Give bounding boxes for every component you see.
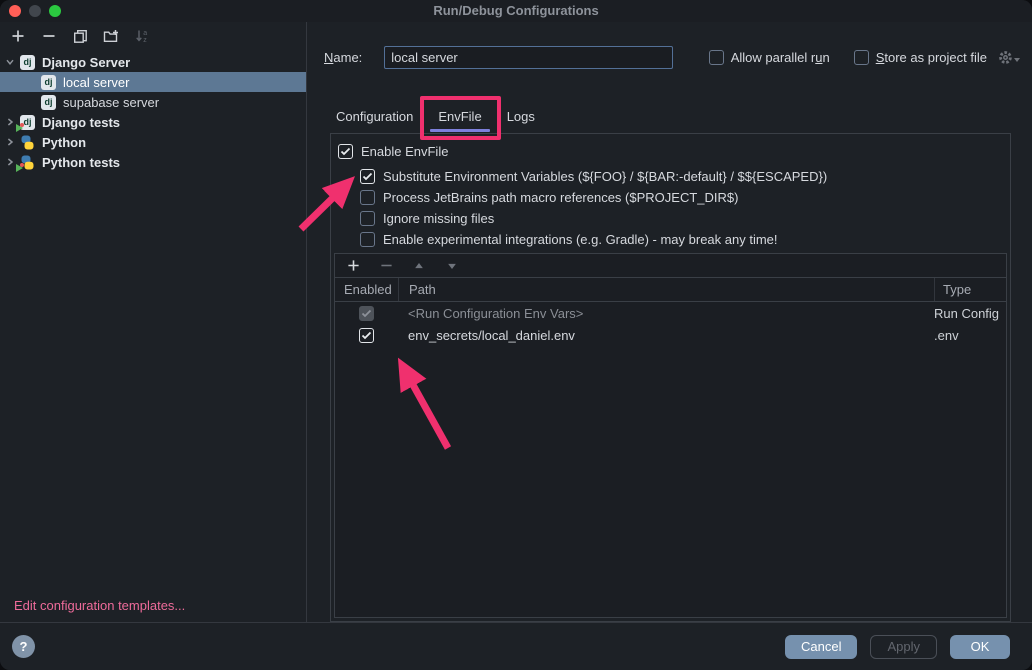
edit-configuration-templates-link[interactable]: Edit configuration templates... — [0, 598, 306, 622]
store-as-project-file-option[interactable]: Store as project file — [854, 50, 1020, 65]
env-files-table: Enabled Path Type <Run Configuration Env… — [334, 253, 1007, 618]
django-icon: dj — [20, 55, 35, 70]
configuration-editor: Name: Allow parallel run Store as projec… — [308, 22, 1032, 622]
tree-item-local-server[interactable]: dj local server — [0, 72, 306, 92]
ignore-missing-files-option[interactable]: Ignore missing files — [360, 208, 1010, 229]
store-as-project-file-checkbox[interactable] — [854, 50, 869, 65]
allow-parallel-run-checkbox[interactable] — [709, 50, 724, 65]
configurations-tree: dj Django Server dj local server dj supa… — [0, 52, 306, 172]
tree-item-label: Django tests — [40, 115, 120, 130]
tree-item-label: Django Server — [40, 55, 130, 70]
tree-item-label: Python tests — [40, 155, 120, 170]
tree-item-python-tests[interactable]: Python tests — [0, 152, 306, 172]
row-enabled-checkbox[interactable] — [359, 328, 374, 343]
name-row: Name: Allow parallel run Store as projec… — [324, 45, 1020, 69]
substitute-env-vars-label: Substitute Environment Variables (${FOO}… — [383, 169, 827, 184]
row-type: Run Config — [934, 306, 1006, 321]
column-header-enabled[interactable]: Enabled — [335, 278, 398, 301]
tree-item-label: Python — [40, 135, 86, 150]
enable-envfile-label: Enable EnvFile — [361, 144, 448, 159]
add-icon[interactable] — [9, 27, 27, 45]
remove-icon[interactable] — [40, 27, 58, 45]
tree-item-supabase-server[interactable]: dj supabase server — [0, 92, 306, 112]
table-row[interactable]: <Run Configuration Env Vars> Run Config — [335, 302, 1006, 324]
name-label: Name: — [324, 50, 362, 65]
config-tabs: Configuration EnvFile Logs — [333, 101, 538, 132]
table-toolbar — [335, 254, 1006, 278]
python-icon — [20, 135, 35, 150]
column-header-path[interactable]: Path — [398, 278, 934, 301]
move-down-icon — [443, 257, 461, 275]
process-path-macro-option[interactable]: Process JetBrains path macro references … — [360, 187, 1010, 208]
envfile-panel: Enable EnvFile Substitute Environment Va… — [330, 133, 1011, 622]
apply-button[interactable]: Apply — [870, 635, 937, 659]
table-row[interactable]: env_secrets/local_daniel.env .env — [335, 324, 1006, 346]
copy-icon[interactable] — [71, 27, 89, 45]
experimental-integrations-checkbox[interactable] — [360, 232, 375, 247]
tree-item-label: local server — [61, 75, 129, 90]
allow-parallel-run-label: Allow parallel run — [731, 50, 830, 65]
add-icon[interactable] — [344, 257, 362, 275]
row-path: <Run Configuration Env Vars> — [398, 306, 934, 321]
substitute-env-vars-checkbox[interactable] — [360, 169, 375, 184]
substitute-env-vars-option[interactable]: Substitute Environment Variables (${FOO}… — [360, 166, 1010, 187]
experimental-integrations-option[interactable]: Enable experimental integrations (e.g. G… — [360, 229, 1010, 250]
dialog-footer: ? Cancel Apply OK — [0, 622, 1032, 670]
envfile-options: Substitute Environment Variables (${FOO}… — [331, 166, 1010, 250]
ok-button[interactable]: OK — [950, 635, 1010, 659]
tree-item-django-server[interactable]: dj Django Server — [0, 52, 306, 72]
svg-text:a: a — [143, 30, 147, 37]
row-path: env_secrets/local_daniel.env — [398, 328, 934, 343]
tab-logs[interactable]: Logs — [504, 101, 538, 132]
tab-configuration[interactable]: Configuration — [333, 101, 416, 132]
run-debug-configurations-dialog: Run/Debug Configurations az dj — [0, 0, 1032, 670]
titlebar: Run/Debug Configurations — [0, 0, 1032, 22]
experimental-integrations-label: Enable experimental integrations (e.g. G… — [383, 232, 778, 247]
allow-parallel-run-option[interactable]: Allow parallel run — [709, 50, 830, 65]
tab-envfile[interactable]: EnvFile — [435, 101, 484, 132]
django-icon: dj — [41, 95, 56, 110]
ignore-missing-files-label: Ignore missing files — [383, 211, 494, 226]
configurations-sidebar: az dj Django Server dj local server dj s… — [0, 22, 307, 622]
sort-az-icon: az — [133, 27, 151, 45]
chevron-right-icon[interactable] — [5, 157, 15, 167]
new-folder-icon[interactable] — [102, 27, 120, 45]
column-header-type[interactable]: Type — [934, 278, 1006, 301]
window-title: Run/Debug Configurations — [0, 3, 1032, 18]
chevron-right-icon[interactable] — [5, 117, 15, 127]
name-input[interactable] — [384, 46, 673, 69]
enable-envfile-checkbox[interactable] — [338, 144, 353, 159]
tree-item-django-tests[interactable]: dj Django tests — [0, 112, 306, 132]
row-type: .env — [934, 328, 1006, 343]
tree-item-python[interactable]: Python — [0, 132, 306, 152]
process-path-macro-checkbox[interactable] — [360, 190, 375, 205]
tree-item-label: supabase server — [61, 95, 159, 110]
store-as-project-file-label: Store as project file — [876, 50, 987, 65]
process-path-macro-label: Process JetBrains path macro references … — [383, 190, 738, 205]
help-button[interactable]: ? — [12, 635, 35, 658]
settings-gear-icon[interactable] — [998, 50, 1020, 65]
cancel-button[interactable]: Cancel — [785, 635, 857, 659]
remove-icon — [377, 257, 395, 275]
ignore-missing-files-checkbox[interactable] — [360, 211, 375, 226]
svg-text:z: z — [143, 37, 147, 43]
move-up-icon — [410, 257, 428, 275]
chevron-right-icon[interactable] — [5, 137, 15, 147]
django-icon: dj — [41, 75, 56, 90]
enable-envfile-option[interactable]: Enable EnvFile — [338, 140, 1010, 162]
chevron-down-icon[interactable] — [5, 57, 15, 67]
sidebar-toolbar: az — [0, 22, 306, 50]
django-tests-icon: dj — [20, 115, 35, 130]
row-enabled-checkbox — [359, 306, 374, 321]
python-tests-icon — [20, 155, 35, 170]
table-header: Enabled Path Type — [335, 278, 1006, 302]
